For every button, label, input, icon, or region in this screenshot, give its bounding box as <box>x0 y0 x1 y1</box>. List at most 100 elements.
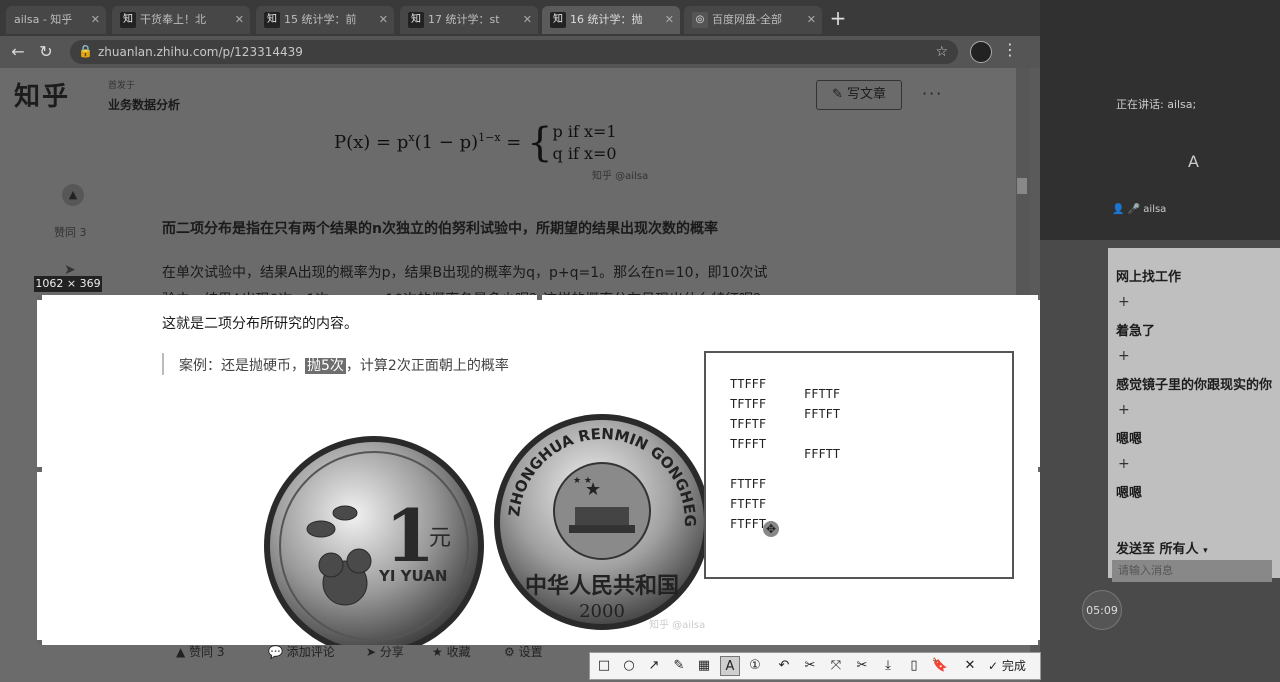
case-quote: 案例：还是抛硬币， 抛5次 ，计算2次正面朝上的概率 <box>179 355 509 375</box>
move-cursor-icon: ✥ <box>763 521 779 537</box>
emblem-stars: ★ ★ <box>573 476 592 486</box>
chevron-down-icon: ▾ <box>1203 546 1208 556</box>
tab-title: ailsa - 知乎 <box>14 13 73 26</box>
settings-button[interactable]: ⚙ 设置 <box>504 645 543 659</box>
tab-ailsa[interactable]: ailsa - 知乎 ✕ <box>6 6 106 34</box>
mosaic-tool-icon[interactable]: ▦ <box>694 656 714 676</box>
back-icon[interactable]: ← <box>6 40 30 64</box>
close-icon[interactable]: ✕ <box>523 6 532 34</box>
tab-baidu-pan[interactable]: ◎ 百度网盘-全部 ✕ <box>684 6 822 34</box>
resize-handle[interactable] <box>37 467 42 472</box>
tab-article-1[interactable]: 知干货奉上！北 ✕ <box>112 6 250 34</box>
share-icon: ➤ <box>366 645 377 659</box>
column-name-link[interactable]: 业务数据分析 <box>108 96 180 113</box>
reload-icon[interactable]: ↻ <box>34 40 58 64</box>
chat-message: 感觉镜子里的你跟现实的你 <box>1116 378 1273 393</box>
pen-tool-icon[interactable]: ✎ <box>669 656 689 676</box>
paragraph-binomial-def: 而二项分布是指在只有两个结果的n次独立的伯努利试验中，所期望的结果出现次数的概率 <box>162 221 718 237</box>
combination-item: FFFTT <box>804 447 841 461</box>
number-tool-icon[interactable]: ① <box>745 656 765 676</box>
tab-title: 百度网盘-全部 <box>712 13 782 26</box>
upvote-count[interactable]: 赞同 3 <box>54 224 87 240</box>
upvote-icon[interactable]: ▲ <box>62 184 84 206</box>
plus-icon: + <box>1118 456 1130 472</box>
bookmark-icon[interactable]: 🔖 <box>930 656 950 676</box>
bookmark-star-icon[interactable]: ☆ <box>935 40 948 64</box>
settings-label: 设置 <box>518 645 543 659</box>
speaker-avatar: A <box>1188 152 1199 171</box>
chat-input[interactable]: 请输入消息 <box>1112 560 1272 582</box>
case-highlight: 抛5次 <box>305 358 346 374</box>
chat-message: 网上找工作 <box>1116 270 1182 285</box>
close-icon[interactable]: ✕ <box>379 6 388 34</box>
star-icon: ★ <box>432 645 443 659</box>
done-button[interactable]: ✓ 完成 <box>988 656 1026 676</box>
send-to-selector[interactable]: 发送至 所有人 ▾ <box>1116 538 1208 557</box>
tab-title: 17 统计学：st <box>428 13 500 26</box>
close-icon[interactable]: ✕ <box>91 6 100 34</box>
ellipse-tool-icon[interactable]: ○ <box>619 656 639 676</box>
coin-text: YI YUAN <box>378 567 447 585</box>
text-tool-icon[interactable]: A <box>720 656 740 676</box>
plus-icon: + <box>1118 294 1130 310</box>
undo-icon[interactable]: ↶ <box>774 656 794 676</box>
download-icon[interactable]: ⤓ <box>878 656 898 676</box>
cancel-icon[interactable]: ✕ <box>960 656 980 676</box>
tab-article-2[interactable]: 知 15 统计学：前 ✕ <box>256 6 394 34</box>
coin-numeral: 1 <box>385 493 435 578</box>
meeting-side-panel: 正在讲话: ailsa; A 👤 🎤 ailsa 网上找工作 + 着急了 + 感… <box>1040 0 1280 682</box>
favorite-label: 收藏 <box>446 645 471 659</box>
add-comment-button[interactable]: 💬 添加评论 <box>268 645 335 659</box>
screenshot-selection[interactable]: 这就是二项分布所研究的内容。 案例：还是抛硬币， 抛5次 ，计算2次正面朝上的概率 <box>37 295 1043 645</box>
write-article-button[interactable]: ✎ 写文章 <box>816 80 902 110</box>
close-icon[interactable]: ✕ <box>235 6 244 34</box>
bernoulli-formula: P(x) = px(1 − p)1−x = {p if x=1 q if x=0 <box>334 120 617 166</box>
screenshot-toolbar: □ ○ ↗ ✎ ▦ A ① ↶ ✂ ⤧ ✂ ⤓ ▯ 🔖 ✕ ✓ 完成 <box>589 652 1041 680</box>
combination-item: FTFTF <box>730 497 767 511</box>
url-input[interactable]: 🔒 zhuanlan.zhihu.com/p/123314439 ☆ <box>70 40 958 64</box>
plus-icon: + <box>1118 402 1130 418</box>
resize-handle[interactable] <box>537 295 542 300</box>
resize-handle[interactable] <box>37 295 42 300</box>
zhihu-icon: 知 <box>408 12 424 28</box>
expand-icon[interactable]: ⤧ <box>826 656 846 676</box>
formula-mid: (1 − p) <box>414 132 479 153</box>
share-button[interactable]: ➤ 分享 <box>366 645 404 659</box>
tab-article-active[interactable]: 知 16 统计学：抛 ✕ <box>542 6 680 34</box>
crop-icon[interactable]: ✂ <box>800 656 820 676</box>
copy-icon[interactable]: ▯ <box>904 656 924 676</box>
zhihu-icon: 知 <box>120 12 136 28</box>
selection-size-label: 1062 × 369 <box>34 276 102 292</box>
chat-message: 着急了 <box>1116 324 1156 339</box>
image-watermark: 知乎 @ailsa <box>592 171 649 182</box>
upvote-button[interactable]: ▲ 赞同 3 <box>176 645 225 659</box>
arrow-tool-icon[interactable]: ↗ <box>644 656 664 676</box>
pin-icon[interactable]: ✂ <box>852 656 872 676</box>
new-tab-button[interactable]: + <box>826 6 850 30</box>
combination-item: FFTFT <box>804 407 841 421</box>
tab-title: 干货奉上！北 <box>140 13 206 26</box>
combination-item: TFTFF <box>730 397 767 411</box>
combination-item: FTTFF <box>730 477 767 491</box>
zhihu-logo[interactable]: 知乎 <box>14 76 70 113</box>
combination-item: FFTTF <box>804 387 841 401</box>
browser-menu-icon[interactable]: ⋮ <box>1002 40 1018 59</box>
profile-avatar[interactable] <box>970 41 992 63</box>
paragraph-summary: 这就是二项分布所研究的内容。 <box>162 316 358 332</box>
microphone-icon[interactable]: 🎤 <box>1128 204 1140 215</box>
brace-symbol: { <box>527 120 553 166</box>
lock-icon: 🔒 <box>78 44 93 58</box>
combinations-box: TTFFF TFTFF TFFTF TFFFT FTTFF FTFTF FTFF… <box>704 351 1014 579</box>
close-icon[interactable]: ✕ <box>665 6 674 34</box>
combination-item: TFFTF <box>730 417 767 431</box>
scrollbar-thumb[interactable] <box>1017 178 1027 194</box>
close-icon[interactable]: ✕ <box>807 6 816 34</box>
favorite-button[interactable]: ★ 收藏 <box>432 645 471 659</box>
tab-article-3[interactable]: 知 17 统计学：st ✕ <box>400 6 538 34</box>
address-bar: ← ↻ 🔒 zhuanlan.zhihu.com/p/123314439 ☆ <box>0 36 1040 68</box>
rectangle-tool-icon[interactable]: □ <box>594 656 614 676</box>
chat-panel: 网上找工作 + 着急了 + 感觉镜子里的你跟现实的你 + 嗯嗯 + 嗯嗯 <box>1108 248 1280 578</box>
more-icon[interactable]: ··· <box>922 84 943 103</box>
coin-year: 2000 <box>579 601 625 622</box>
image-watermark: 知乎 @ailsa <box>649 620 706 631</box>
